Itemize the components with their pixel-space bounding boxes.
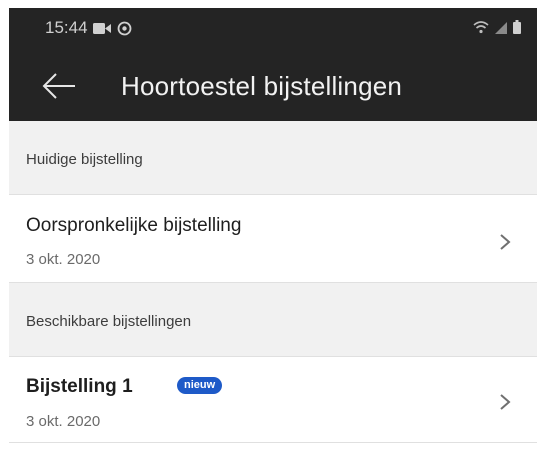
section-header-label: Huidige bijstelling: [26, 151, 143, 168]
chevron-right-icon: [499, 233, 511, 251]
page-title: Hoortoestel bijstellingen: [121, 71, 403, 101]
chevron-right-icon: [499, 393, 511, 411]
sync-icon: [117, 21, 132, 41]
settings-list: Huidige bijstelling Oorspronkelijke bijs…: [9, 121, 537, 461]
list-item-setting-1[interactable]: Bijstelling 1 nieuw 3 okt. 2020: [9, 357, 537, 443]
wifi-icon: [473, 20, 489, 39]
new-badge: nieuw: [177, 377, 223, 394]
status-icons-right: [473, 20, 521, 39]
app-bar: Hoortoestel bijstellingen: [9, 54, 537, 121]
list-item-title: Bijstelling 1: [26, 376, 133, 397]
top-frame-edge: [0, 0, 537, 8]
section-header-current: Huidige bijstelling: [9, 121, 537, 195]
status-time: 15:44: [45, 18, 88, 37]
video-call-icon: [93, 22, 111, 40]
list-item-date: 3 okt. 2020: [26, 251, 101, 268]
section-header-label: Beschikbare bijstellingen: [26, 313, 192, 330]
section-header-available: Beschikbare bijstellingen: [9, 283, 537, 357]
signal-icon: [495, 21, 507, 39]
back-arrow-icon[interactable]: [41, 72, 77, 100]
list-item-original-setting[interactable]: Oorspronkelijke bijstelling 3 okt. 2020: [9, 195, 537, 283]
list-item-date: 3 okt. 2020: [26, 413, 101, 430]
status-icons-left: [93, 21, 132, 41]
list-item-title: Oorspronkelijke bijstelling: [26, 215, 242, 236]
battery-icon: [513, 20, 521, 39]
status-bar: 15:44: [9, 8, 537, 54]
